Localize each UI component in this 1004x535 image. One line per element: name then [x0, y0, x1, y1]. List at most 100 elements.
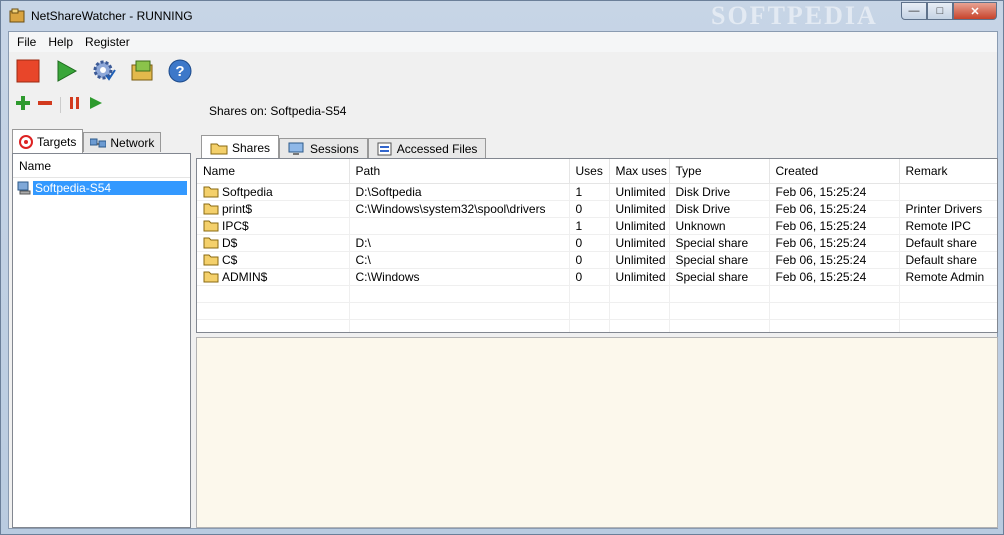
- monitor-icon: [288, 142, 304, 155]
- folder-icon: [210, 143, 228, 154]
- shared-folder-icon: [203, 237, 219, 248]
- share-name: print$: [222, 201, 253, 216]
- main-toolbar: ?: [9, 52, 997, 90]
- cell-type: Unknown: [669, 217, 770, 235]
- cell-path: [349, 217, 570, 235]
- tab-shares[interactable]: Shares: [201, 135, 280, 159]
- right-tabs: Shares Sessions Accessed Files: [201, 134, 487, 159]
- share-name: ADMIN$: [222, 269, 268, 284]
- tab-network-label: Network: [110, 135, 155, 150]
- share-name: IPC$: [222, 218, 249, 233]
- empty-cell: [609, 319, 670, 332]
- menu-bar: File Help Register: [9, 32, 997, 52]
- remove-target-button[interactable]: [38, 96, 52, 114]
- column-header-path[interactable]: Path: [349, 159, 570, 184]
- file-list-icon: [377, 142, 392, 155]
- add-target-button[interactable]: [16, 96, 30, 114]
- tab-network[interactable]: Network: [83, 132, 162, 152]
- help-button[interactable]: ?: [167, 58, 193, 84]
- empty-cell: [197, 285, 350, 303]
- empty-cell: [899, 302, 997, 320]
- settings-icon: [93, 60, 116, 81]
- empty-cell: [609, 285, 670, 303]
- cell-uses: 0: [569, 251, 610, 269]
- cell-max-uses: Unlimited: [609, 234, 670, 252]
- menu-help[interactable]: Help: [42, 35, 79, 49]
- empty-cell: [349, 285, 570, 303]
- empty-cell: [899, 319, 997, 332]
- empty-cell: [569, 285, 610, 303]
- menu-register[interactable]: Register: [79, 35, 136, 49]
- cell-max-uses: Unlimited: [609, 268, 670, 286]
- cell-max-uses: Unlimited: [609, 183, 670, 201]
- share-name: Softpedia: [222, 184, 273, 199]
- targets-toolbar: [10, 92, 192, 118]
- pause-button[interactable]: [69, 96, 81, 114]
- app-icon: [9, 8, 25, 24]
- toolbar-separator: [60, 97, 61, 113]
- client-area: File Help Register ? Targets Network Nam…: [8, 31, 998, 529]
- tab-sessions[interactable]: Sessions: [279, 138, 368, 158]
- table-row[interactable]: print$ C:\Windows\system32\spool\drivers 0…: [197, 200, 997, 218]
- menu-file[interactable]: File: [11, 35, 42, 49]
- stop-button[interactable]: [15, 58, 41, 84]
- start-button[interactable]: [53, 58, 79, 84]
- empty-cell: [899, 285, 997, 303]
- settings-button[interactable]: [91, 58, 117, 84]
- cell-name: Softpedia: [197, 183, 350, 201]
- tab-accessed-files-label: Accessed Files: [396, 141, 478, 156]
- table-row[interactable]: ADMIN$ C:\Windows 0 Unlimited Special share F…: [197, 268, 997, 286]
- resume-button[interactable]: [89, 96, 103, 114]
- empty-cell: [197, 302, 350, 320]
- cell-type: Disk Drive: [669, 200, 770, 218]
- tab-targets[interactable]: Targets: [12, 129, 84, 153]
- column-header-name[interactable]: Name: [197, 159, 350, 184]
- empty-cell: [609, 302, 670, 320]
- cell-created: Feb 06, 15:25:24: [769, 200, 900, 218]
- cell-type: Special share: [669, 251, 770, 269]
- cell-path: C:\Windows\system32\spool\drivers: [349, 200, 570, 218]
- cell-path: C:\Windows: [349, 268, 570, 286]
- cell-name: D$: [197, 234, 350, 252]
- column-header-created[interactable]: Created: [769, 159, 900, 184]
- cell-max-uses: Unlimited: [609, 217, 670, 235]
- stop-icon: [16, 59, 40, 83]
- shared-folder-icon: [203, 186, 219, 197]
- table-row[interactable]: Softpedia D:\Softpedia 1 Unlimited Disk Driv…: [197, 183, 997, 201]
- column-header-max-uses[interactable]: Max uses: [609, 159, 670, 184]
- cell-uses: 1: [569, 183, 610, 201]
- tab-accessed-files[interactable]: Accessed Files: [367, 138, 487, 158]
- log-button[interactable]: [129, 58, 155, 84]
- cell-name: C$: [197, 251, 350, 269]
- tab-shares-label: Shares: [232, 140, 271, 155]
- empty-cell: [669, 285, 770, 303]
- table-header-row: Name Path Uses Max uses Type Created Rem…: [197, 159, 997, 184]
- log-icon: [131, 60, 153, 81]
- left-tabs: Targets Network: [12, 128, 162, 153]
- empty-row: [197, 302, 997, 320]
- minimize-button[interactable]: —: [901, 2, 927, 20]
- column-header-uses[interactable]: Uses: [569, 159, 610, 184]
- cell-remark: Default share: [899, 234, 997, 252]
- maximize-button[interactable]: □: [927, 2, 953, 20]
- target-icon: [19, 134, 33, 149]
- share-name: D$: [222, 235, 238, 250]
- column-header-remark[interactable]: Remark: [899, 159, 997, 184]
- caption-buttons: — □ ✕: [901, 2, 997, 20]
- list-item[interactable]: Softpedia-S54: [17, 180, 187, 196]
- cell-path: C:\: [349, 251, 570, 269]
- add-icon: [16, 96, 30, 110]
- cell-created: Feb 06, 15:25:24: [769, 268, 900, 286]
- table-row[interactable]: C$ C:\ 0 Unlimited Special share Feb 06, 15:2…: [197, 251, 997, 269]
- cell-path: D:\: [349, 234, 570, 252]
- close-button[interactable]: ✕: [953, 2, 997, 20]
- title-bar: NetShareWatcher - RUNNING SOFTPEDIA — □ …: [1, 1, 1003, 31]
- shared-folder-icon: [203, 203, 219, 214]
- column-header-type[interactable]: Type: [669, 159, 770, 184]
- empty-cell: [197, 319, 350, 332]
- cell-created: Feb 06, 15:25:24: [769, 251, 900, 269]
- targets-list-header[interactable]: Name: [13, 154, 190, 178]
- empty-cell: [569, 302, 610, 320]
- table-row[interactable]: IPC$ 1 Unlimited Unknown Feb 06, 15:25:24 Rem…: [197, 217, 997, 235]
- table-row[interactable]: D$ D:\ 0 Unlimited Special share Feb 06, 15:2…: [197, 234, 997, 252]
